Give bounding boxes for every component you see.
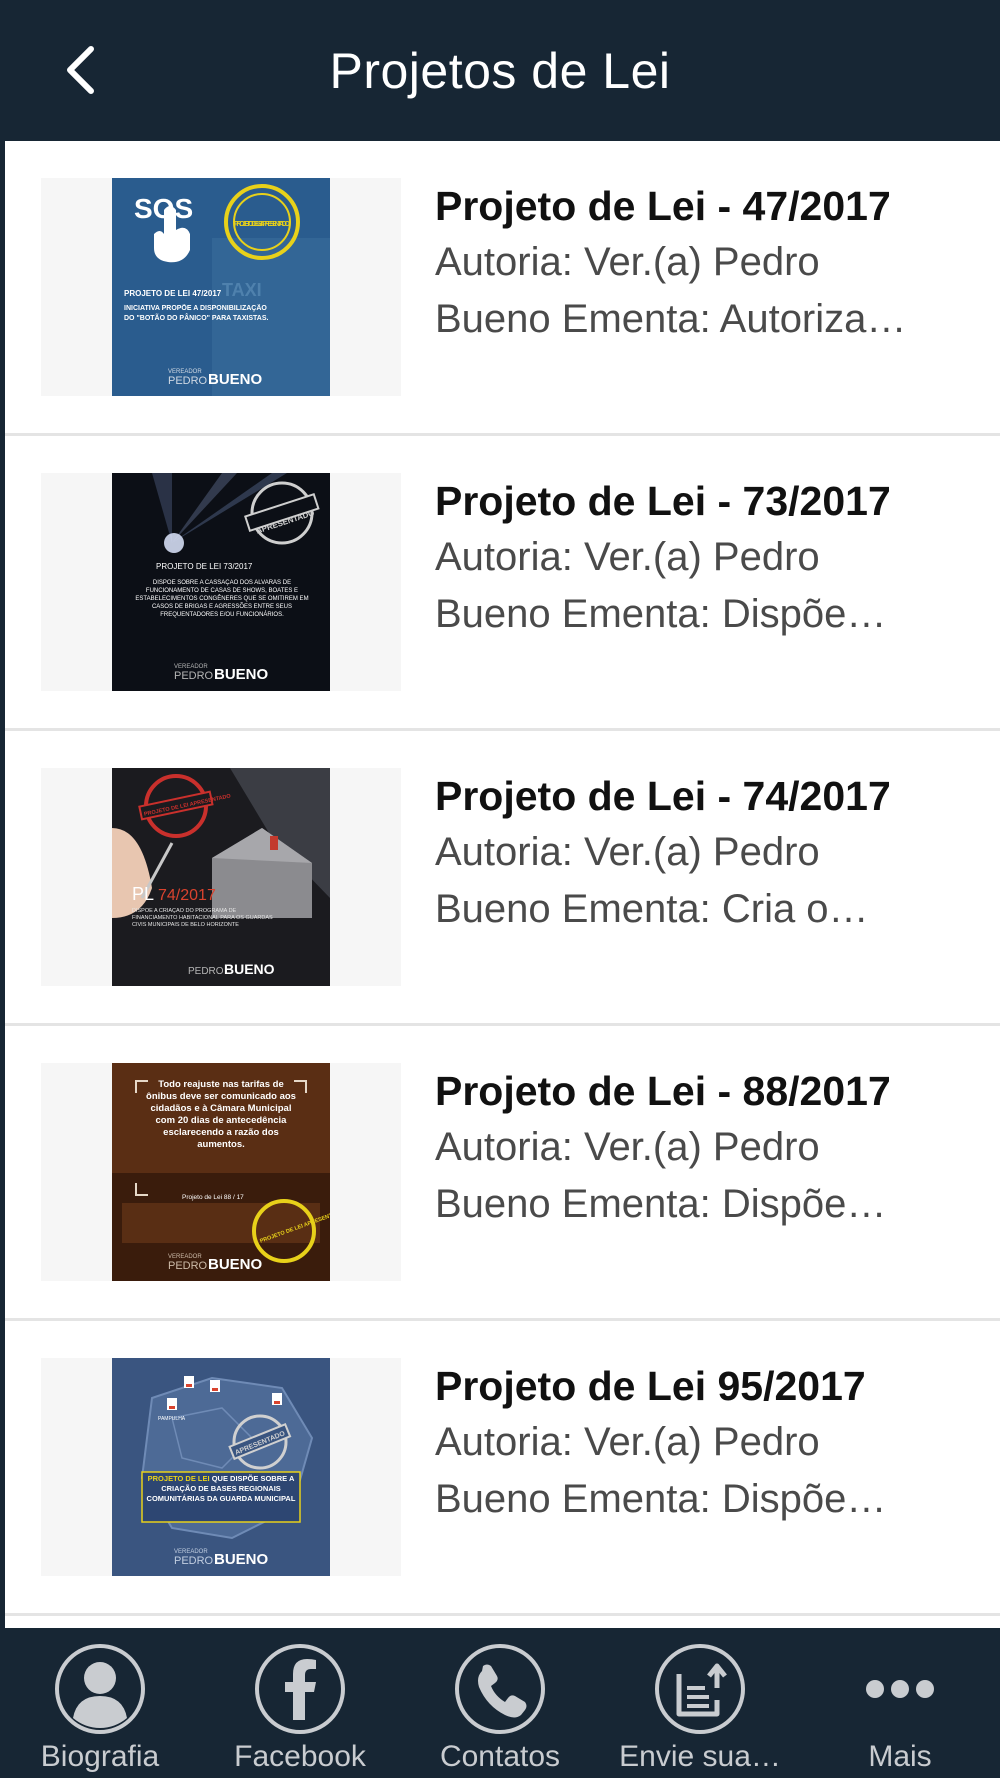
item-desc-line2: Bueno Ementa: Dispõe… bbox=[435, 1477, 887, 1521]
item-text: Projeto de Lei - 73/2017 Autoria: Ver.(a… bbox=[435, 473, 970, 643]
thumb-brand-a: PEDRO bbox=[168, 1260, 208, 1272]
item-title: Projeto de Lei - 47/2017 bbox=[435, 183, 891, 229]
thumb-caption-b: 74/2017 bbox=[158, 887, 216, 904]
thumbnail-image: Todo reajuste nas tarifas de ônibus deve… bbox=[112, 1063, 330, 1281]
thumb-brand-b: BUENO bbox=[214, 1551, 269, 1568]
chevron-left-icon bbox=[67, 46, 94, 94]
list-item[interactable]: Todo reajuste nas tarifas de ônibus deve… bbox=[5, 1026, 1000, 1321]
thumb-body: INICIATIVA PROPÕE A DISPONIBILIZAÇÃO DO … bbox=[124, 305, 269, 322]
list-item[interactable]: PROJETO DE LEI APRESENTADO PL 74/2017 DI… bbox=[5, 731, 1000, 1026]
thumb-body: DISPÕE A CRIAÇÃO DO PROGRAMA DE FINANCIA… bbox=[132, 908, 273, 928]
thumb-brand-b: BUENO bbox=[208, 1256, 263, 1273]
item-desc-line2: Bueno Ementa: Cria o… bbox=[435, 887, 869, 931]
back-button[interactable] bbox=[50, 40, 110, 100]
thumb-tag: TAXI bbox=[222, 280, 262, 300]
thumb-stamp: PROJETO DE LEI APRESENTADO bbox=[234, 221, 291, 228]
tab-contatos[interactable]: Contatos bbox=[400, 1628, 600, 1778]
thumb-body: Todo reajuste nas tarifas de ônibus deve… bbox=[146, 1079, 296, 1150]
thumb-caption: PROJETO DE LEI 47/2017 bbox=[124, 289, 222, 298]
law-projects-list[interactable]: TAXI SOS PROJETO DE LEI APRESENTADO PROJ… bbox=[5, 141, 1000, 1628]
item-text: Projeto de Lei 95/2017 Autoria: Ver.(a) … bbox=[435, 1358, 970, 1528]
thumb-heading: SOS bbox=[134, 193, 193, 224]
thumb-body-a: PROJETO DE LEI bbox=[147, 1474, 210, 1483]
list-item[interactable]: PAMPULHA APRESENTADO PROJETO DE LEI QUE … bbox=[5, 1321, 1000, 1616]
thumb-brand-a: PEDRO bbox=[174, 670, 214, 682]
item-text: Projeto de Lei - 47/2017 Autoria: Ver.(a… bbox=[435, 178, 970, 348]
thumbnail-frame: PROJETO DE LEI APRESENTADO PL 74/2017 DI… bbox=[41, 768, 401, 986]
thumb-brand-b: BUENO bbox=[208, 371, 263, 388]
thumb-region: PAMPULHA bbox=[158, 1416, 186, 1422]
phone-icon bbox=[455, 1644, 545, 1734]
item-desc-line2: Bueno Ementa: Dispõe… bbox=[435, 1182, 887, 1226]
thumb-body: DISPÕE SOBRE A CASSAÇÃO DOS ALVARÁS DE F… bbox=[135, 580, 309, 618]
list-item[interactable]: TAXI SOS PROJETO DE LEI APRESENTADO PROJ… bbox=[5, 141, 1000, 436]
item-desc-line2: Bueno Ementa: Dispõe… bbox=[435, 592, 887, 636]
thumbnail-image: APRESENTADO PROJETO DE LEI 73/2017 DISPÕ… bbox=[112, 473, 330, 691]
item-title: Projeto de Lei - 88/2017 bbox=[435, 1068, 891, 1114]
item-title: Projeto de Lei - 74/2017 bbox=[435, 773, 891, 819]
list-item[interactable]: APRESENTADO PROJETO DE LEI 73/2017 DISPÕ… bbox=[5, 436, 1000, 731]
thumb-caption: Projeto de Lei 88 / 17 bbox=[182, 1194, 244, 1201]
thumb-brand-a: PEDRO bbox=[168, 375, 208, 387]
thumbnail-frame: PAMPULHA APRESENTADO PROJETO DE LEI QUE … bbox=[41, 1358, 401, 1576]
thumb-brand-a: PEDRO bbox=[174, 1555, 214, 1567]
item-text: Projeto de Lei - 88/2017 Autoria: Ver.(a… bbox=[435, 1063, 970, 1233]
tab-label: Envie sua… bbox=[619, 1740, 781, 1773]
nav-header: Projetos de Lei bbox=[0, 0, 1000, 141]
person-icon bbox=[55, 1644, 145, 1734]
thumbnail-image: PROJETO DE LEI APRESENTADO PL 74/2017 DI… bbox=[112, 768, 330, 986]
tab-label: Facebook bbox=[234, 1740, 366, 1773]
item-desc-line1: Autoria: Ver.(a) Pedro bbox=[435, 830, 820, 874]
tab-envie-sua[interactable]: Envie sua… bbox=[600, 1628, 800, 1778]
item-title: Projeto de Lei - 73/2017 bbox=[435, 478, 891, 524]
item-text: Projeto de Lei - 74/2017 Autoria: Ver.(a… bbox=[435, 768, 970, 938]
item-title: Projeto de Lei 95/2017 bbox=[435, 1363, 866, 1409]
thumb-brand-a: PEDRO bbox=[188, 966, 224, 977]
page-title: Projetos de Lei bbox=[329, 42, 671, 99]
tab-facebook[interactable]: Facebook bbox=[200, 1628, 400, 1778]
thumb-caption-a: PL bbox=[132, 884, 154, 904]
thumbnail-frame: APRESENTADO PROJETO DE LEI 73/2017 DISPÕ… bbox=[41, 473, 401, 691]
tab-label: Contatos bbox=[439, 1740, 561, 1773]
thumb-brand-b: BUENO bbox=[214, 666, 269, 683]
item-desc-line1: Autoria: Ver.(a) Pedro bbox=[435, 1125, 820, 1169]
item-desc-line1: Autoria: Ver.(a) Pedro bbox=[435, 240, 820, 284]
facebook-icon bbox=[255, 1644, 345, 1734]
thumb-brand-b: BUENO bbox=[224, 961, 275, 977]
upload-icon bbox=[655, 1644, 745, 1734]
item-desc-line1: Autoria: Ver.(a) Pedro bbox=[435, 535, 820, 579]
item-desc-line2: Bueno Ementa: Autoriza… bbox=[435, 297, 907, 341]
thumbnail-frame: Todo reajuste nas tarifas de ônibus deve… bbox=[41, 1063, 401, 1281]
item-desc-line1: Autoria: Ver.(a) Pedro bbox=[435, 1420, 820, 1464]
tab-label: Biografia bbox=[40, 1740, 160, 1773]
thumb-caption: PROJETO DE LEI 73/2017 bbox=[156, 562, 253, 571]
thumbnail-image: PAMPULHA APRESENTADO PROJETO DE LEI QUE … bbox=[112, 1358, 330, 1576]
tab-label: Mais bbox=[868, 1740, 932, 1773]
tab-bar: Biografia Facebook Contatos Envie sua… M… bbox=[0, 1628, 1000, 1778]
tab-biografia[interactable]: Biografia bbox=[0, 1628, 200, 1778]
thumbnail-image: TAXI SOS PROJETO DE LEI APRESENTADO PROJ… bbox=[112, 178, 330, 396]
thumbnail-frame: TAXI SOS PROJETO DE LEI APRESENTADO PROJ… bbox=[41, 178, 401, 396]
more-icon bbox=[866, 1680, 934, 1698]
tab-mais[interactable]: Mais bbox=[800, 1628, 1000, 1778]
